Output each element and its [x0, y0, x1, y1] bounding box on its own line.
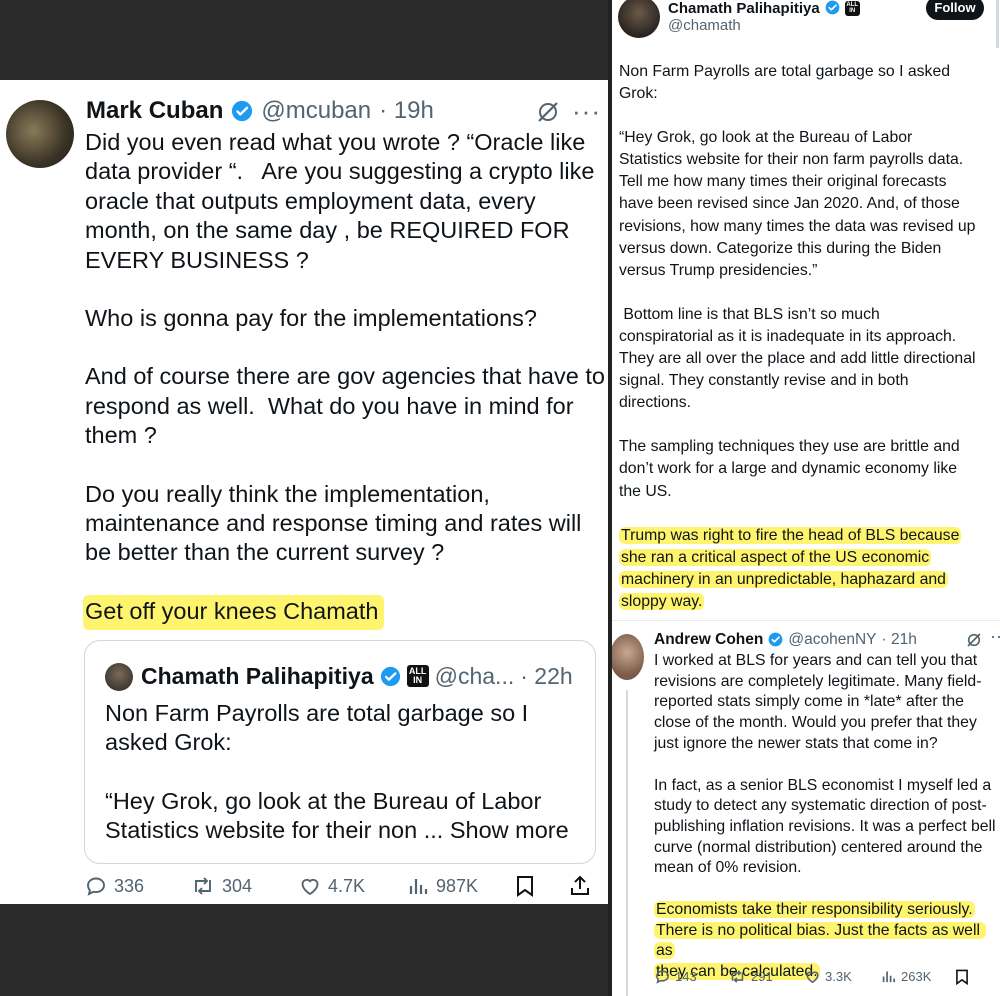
view-count: 987K: [436, 875, 479, 896]
section-divider: [612, 620, 1000, 621]
all-in-badge-icon: ALL IN: [406, 665, 429, 687]
views-button[interactable]: 263K: [880, 968, 931, 985]
tweet-header: Mark Cuban @mcuban · 19h: [86, 96, 434, 126]
like-button[interactable]: 4.7K: [298, 874, 365, 898]
like-count: 3.3K: [825, 969, 852, 984]
tweet-paragraph: Did you even read what you wrote ? “Orac…: [85, 129, 595, 273]
scrollbar[interactable]: [996, 0, 999, 48]
chamath-tweet-panel: Chamath Palihapitiya ALL IN @chamath Fol…: [612, 0, 1000, 996]
repost-icon: [195, 877, 211, 895]
view-count: 263K: [901, 969, 932, 984]
quoted-header: Chamath Palihapitiya ALL IN @cha... · 22…: [141, 661, 573, 691]
views-icon: [409, 879, 428, 894]
tweet-paragraph: Do you really think the implementation, …: [85, 480, 582, 566]
quoted-time: · 22h: [520, 662, 573, 689]
tweet-action-bar: 336 304 4.7K 987K: [84, 872, 594, 902]
verified-badge-icon: [380, 666, 401, 687]
verified-badge-icon: [768, 631, 783, 649]
quoted-line: Statistics website for their non ...: [105, 817, 444, 844]
repost-count: 304: [222, 875, 253, 896]
like-count: 4.7K: [328, 875, 366, 896]
quoted-line: asked Grok:: [105, 729, 232, 756]
reply-paragraph: In fact, as a senior BLS economist I mys…: [654, 776, 996, 877]
more-options-icon[interactable]: ··: [990, 626, 1000, 647]
bookmark-icon[interactable]: [514, 874, 536, 903]
reply-time[interactable]: · 21h: [882, 631, 917, 649]
views-icon: [882, 971, 896, 983]
repost-button[interactable]: 291: [728, 968, 773, 985]
tweet-paragraph: Bottom line is that BLS isn’t so much co…: [619, 305, 976, 412]
mark-cuban-tweet-panel: Mark Cuban @mcuban · 19h ··· Did you eve…: [0, 0, 608, 996]
reply-header: Andrew Cohen @acohenNY · 21h: [654, 630, 917, 650]
reply-author-name[interactable]: Andrew Cohen: [654, 631, 763, 649]
highlighted-text: Trump was right to fire the head of BLS …: [619, 526, 962, 610]
tweet-paragraph: Who is gonna pay for the implementations…: [85, 305, 537, 332]
quoted-handle: @cha...: [434, 662, 515, 689]
quoted-line: Non Farm Payrolls are total garbage so I: [105, 700, 529, 726]
all-in-badge-icon: ALL IN: [844, 0, 860, 16]
more-options-icon[interactable]: ···: [572, 96, 601, 127]
heart-icon: [806, 971, 819, 984]
views-button[interactable]: 987K: [406, 874, 478, 898]
reply-body: I worked at BLS for years and can tell y…: [654, 651, 1000, 983]
show-more-link[interactable]: Show more: [450, 817, 569, 843]
avatar[interactable]: [6, 100, 74, 168]
reply-button[interactable]: 143: [654, 968, 697, 985]
reply-avatar[interactable]: [612, 634, 644, 680]
reply-count: 143: [675, 969, 697, 984]
quoted-avatar: [105, 663, 133, 691]
like-button[interactable]: 3.3K: [804, 968, 852, 985]
tweet-paragraph: The sampling techniques they use are bri…: [619, 438, 960, 500]
grok-icon[interactable]: [536, 100, 560, 124]
thread-line: [626, 690, 628, 996]
tweet-header: Chamath Palihapitiya ALL IN: [668, 0, 860, 18]
quoted-tweet-card[interactable]: Chamath Palihapitiya ALL IN @cha... · 22…: [84, 640, 596, 864]
reply-handle[interactable]: @acohenNY: [788, 631, 876, 649]
tweet-body: Non Farm Payrolls are total garbage so I…: [619, 61, 997, 613]
author-name[interactable]: Chamath Palihapitiya: [668, 0, 820, 17]
follow-button[interactable]: Follow: [926, 0, 984, 20]
author-handle[interactable]: @chamath: [668, 17, 741, 34]
quoted-author-name: Chamath Palihapitiya: [141, 662, 374, 689]
grok-icon[interactable]: [966, 632, 982, 648]
reply-icon: [87, 877, 105, 896]
reply-action-bar: 143 291 3.3K 263K: [654, 967, 994, 989]
highlighted-text: Get off your knees Chamath: [83, 594, 385, 630]
share-icon[interactable]: [568, 874, 592, 903]
quoted-line: “Hey Grok, go look at the Bureau of Labo…: [105, 787, 542, 814]
repost-button[interactable]: 304: [190, 874, 252, 898]
author-handle[interactable]: @mcuban: [261, 97, 371, 125]
heart-icon: [301, 878, 319, 896]
repost-count: 291: [751, 969, 773, 984]
highlighted-paragraph: Trump was right to fire the head of BLS …: [619, 525, 997, 613]
repost-icon: [731, 970, 744, 983]
quoted-line-with-more: Statistics website for their non ... Sho…: [105, 816, 585, 845]
bookmark-icon[interactable]: [954, 968, 970, 989]
tweet-paragraph: And of course there are gov agencies tha…: [85, 363, 605, 449]
tweet-time[interactable]: · 19h: [379, 97, 434, 125]
bottom-dark-band: [0, 904, 608, 996]
highlighted-paragraph: Get off your knees Chamath: [83, 594, 605, 630]
verified-badge-icon: [231, 100, 253, 122]
reply-count: 336: [114, 875, 145, 896]
author-name[interactable]: Mark Cuban: [86, 97, 223, 125]
tweet-body: Did you even read what you wrote ? “Orac…: [83, 128, 605, 630]
reply-icon: [656, 970, 669, 984]
avatar[interactable]: [618, 0, 660, 38]
tweet-paragraph: Non Farm Payrolls are total garbage so I…: [619, 63, 951, 103]
verified-badge-icon: [825, 0, 840, 17]
tweet-paragraph: “Hey Grok, go look at the Bureau of Labo…: [619, 129, 976, 279]
reply-button[interactable]: 336: [84, 874, 144, 898]
top-dark-band: [0, 0, 608, 80]
reply-paragraph: I worked at BLS for years and can tell y…: [654, 652, 982, 752]
quoted-body: Non Farm Payrolls are total garbage so I…: [105, 699, 585, 846]
